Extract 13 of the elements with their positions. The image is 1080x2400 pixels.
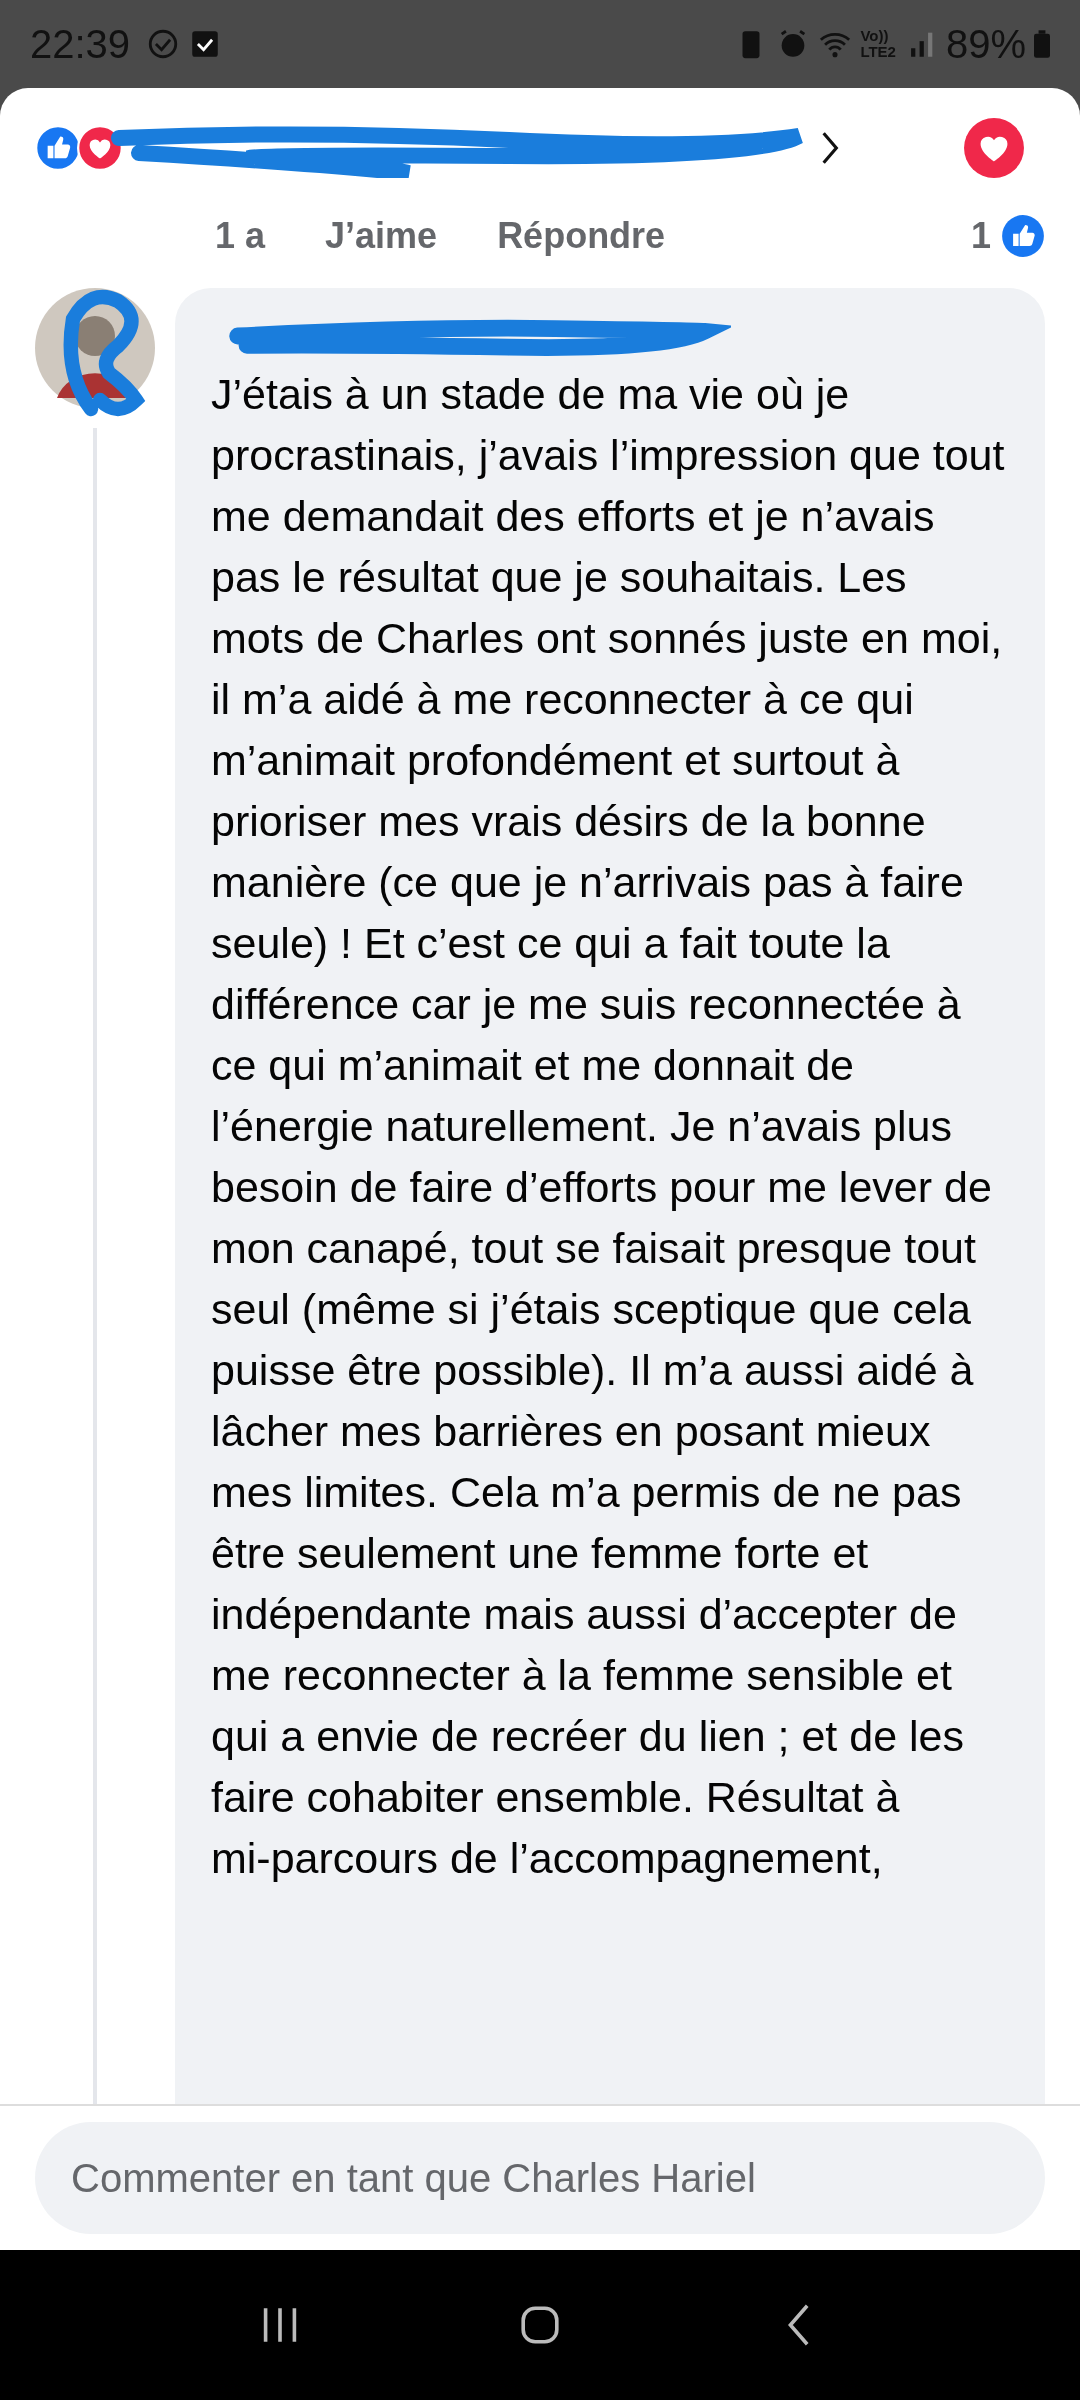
like-icon: [1001, 214, 1045, 258]
heart-button[interactable]: [963, 117, 1025, 179]
comment-time: 1 a: [215, 215, 266, 257]
like-icon: [35, 125, 81, 171]
reply-link[interactable]: Répondre: [497, 215, 666, 257]
network-label: Vo)) LTE2: [860, 28, 896, 60]
status-time: 22:39: [30, 21, 131, 67]
battery-level: 89%: [945, 21, 1026, 67]
comment-field[interactable]: Commenter en tant que Charles Hariel: [35, 2122, 1045, 2234]
comment-text: J’étais à un stade de ma vie où je procrastinais, j’avais l’impression que tout me demandait des efforts et je n’avais pas le résultat que je souhaitais. Les mots de Charles ont sonnés juste en moi, il m’a aidé à me reconnecter à ce qui m’animait profondément et surtout à prioriser mes vrais désirs de la bonne manière (ce que je n’arrivais pas à faire seule) ! Et c’est ce qui a fait toute la différence car je me suis reconnectée à ce qui m’animait et me donnait de l’énergie naturellement. Je n’avais plus besoin de faire d’efforts pour me lever de mon canapé, tout se faisait presque tout seul (même si j’étais sceptique que cela puisse être possible). Il m’a aussi aidé à lâcher mes barrières en posant mieux mes limites. Cela m’a permis de ne pas être seulement une femme forte et indépendante mais aussi d’accepter de me reconnecter à la femme sensible et qui a envie de recréer du lien ; et de les faire cohabiter ensemble. Résultat à mi‑parcours de l’accompagnement,: [211, 369, 1006, 1884]
reaction-count: 1: [970, 215, 991, 257]
battery-icon: [1034, 30, 1050, 58]
like-link[interactable]: J’aime: [325, 215, 438, 257]
